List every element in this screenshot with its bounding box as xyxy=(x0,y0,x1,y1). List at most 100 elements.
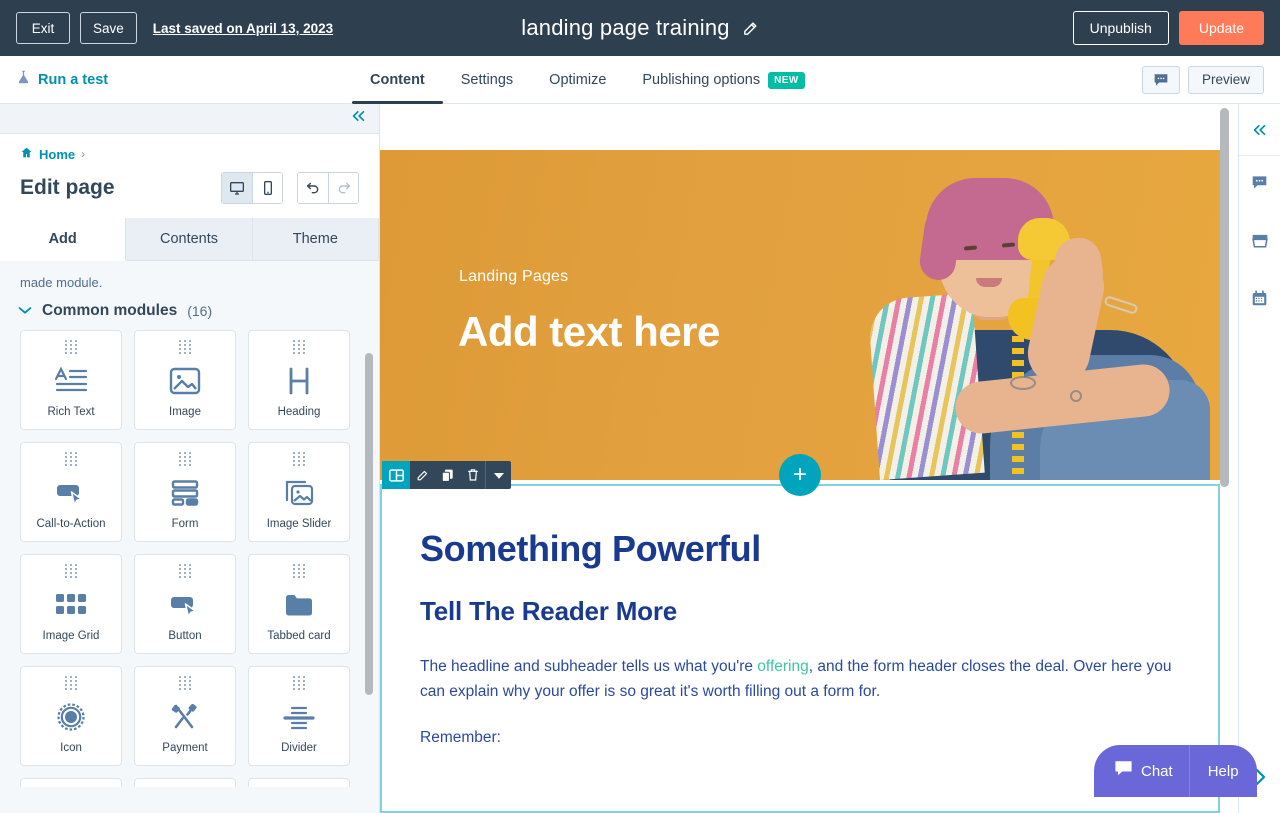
desktop-icon[interactable] xyxy=(222,173,252,203)
tab-content-label: Content xyxy=(370,72,425,88)
module-card-image-slider[interactable]: Image Slider xyxy=(248,442,350,542)
tab-add-label: Add xyxy=(48,231,77,247)
unpublish-button[interactable]: Unpublish xyxy=(1072,11,1169,45)
module-card-image-grid[interactable]: Image Grid xyxy=(20,554,122,654)
content-paragraph[interactable]: The headline and subheader tells us what… xyxy=(420,655,1172,705)
module-label: Divider xyxy=(281,742,317,754)
page-canvas[interactable]: Landing Pages Add text here + Something … xyxy=(380,104,1238,813)
module-card-form[interactable]: Form xyxy=(134,442,236,542)
chat-button[interactable]: Chat xyxy=(1094,745,1189,797)
canvas-scrollbar-thumb[interactable] xyxy=(1220,108,1229,487)
redo-icon[interactable] xyxy=(328,173,358,203)
module-card-image[interactable]: Image xyxy=(134,330,236,430)
drag-grip-icon[interactable] xyxy=(178,452,192,466)
module-card-divider[interactable]: Divider xyxy=(248,666,350,766)
tab-settings[interactable]: Settings xyxy=(443,56,531,104)
save-button[interactable]: Save xyxy=(80,12,137,44)
tab-settings-label: Settings xyxy=(460,72,514,88)
top-bar: Exit Save Last saved on April 13, 2023 l… xyxy=(0,0,1280,56)
drag-grip-icon[interactable] xyxy=(178,676,192,690)
mobile-icon[interactable] xyxy=(252,173,282,203)
form-icon xyxy=(170,472,200,514)
module-card-partial[interactable] xyxy=(20,778,122,787)
chevron-down-icon xyxy=(18,302,32,320)
add-section-button[interactable]: + xyxy=(779,454,821,496)
drag-grip-icon[interactable] xyxy=(64,452,78,466)
module-card-rich-text[interactable]: Rich Text xyxy=(20,330,122,430)
trash-icon[interactable] xyxy=(460,461,485,489)
left-panel-scrollbar[interactable] xyxy=(365,261,373,787)
left-panel-scrollbar-thumb[interactable] xyxy=(365,353,373,695)
remember-label: Remember: xyxy=(420,728,501,746)
exit-button[interactable]: Exit xyxy=(16,12,70,44)
hero-image xyxy=(860,150,1220,480)
rich-text-icon xyxy=(54,360,88,402)
chat-bubble-icon xyxy=(1114,760,1133,782)
rail-item-notes[interactable] xyxy=(1239,214,1280,272)
calendar-icon xyxy=(1251,290,1268,312)
preview-button[interactable]: Preview xyxy=(1187,65,1264,94)
rail-item-schedule[interactable] xyxy=(1239,272,1280,330)
caret-down-icon[interactable] xyxy=(486,461,511,489)
module-card-partial[interactable] xyxy=(134,778,236,787)
chat-label: Chat xyxy=(1141,762,1173,780)
update-button[interactable]: Update xyxy=(1178,11,1264,45)
canvas-scrollbar[interactable] xyxy=(1220,104,1229,813)
hero-section[interactable]: Landing Pages Add text here xyxy=(380,150,1220,480)
device-toggle xyxy=(221,172,283,204)
module-card-icon[interactable]: Icon xyxy=(20,666,122,766)
tab-content[interactable]: Content xyxy=(352,56,443,104)
undo-icon[interactable] xyxy=(298,173,328,203)
module-card-heading[interactable]: Heading xyxy=(248,330,350,430)
drag-grip-icon[interactable] xyxy=(292,676,306,690)
module-list-scroll-area[interactable]: made module. Common modules (16) Rich Te… xyxy=(0,261,379,787)
nav-bar: Run a test Content Settings Optimize Pub… xyxy=(0,56,1280,104)
image-icon xyxy=(169,360,201,402)
chevron-double-left-icon[interactable] xyxy=(1239,104,1280,156)
tab-theme[interactable]: Theme xyxy=(253,218,379,260)
drag-grip-icon[interactable] xyxy=(292,564,306,578)
pencil-icon[interactable] xyxy=(742,20,759,37)
copy-icon[interactable] xyxy=(435,461,460,489)
breadcrumb-home[interactable]: Home xyxy=(39,147,75,162)
tab-add[interactable]: Add xyxy=(0,218,127,261)
tab-contents[interactable]: Contents xyxy=(126,218,253,260)
layout-icon[interactable] xyxy=(382,461,410,489)
module-card-tabbed-card[interactable]: Tabbed card xyxy=(248,554,350,654)
tab-theme-label: Theme xyxy=(292,231,338,247)
top-bar-actions: Unpublish Update xyxy=(1072,11,1264,45)
module-grid: Rich Text Image Heading Call-to-Action F… xyxy=(0,330,379,787)
drag-grip-icon[interactable] xyxy=(292,340,306,354)
drag-grip-icon[interactable] xyxy=(292,452,306,466)
tab-optimize[interactable]: Optimize xyxy=(531,56,624,104)
tab-publishing-options[interactable]: Publishing options NEW xyxy=(624,56,822,104)
content-block[interactable]: Something Powerful Tell The Reader More … xyxy=(420,528,1180,747)
flask-icon xyxy=(16,69,31,90)
drag-grip-icon[interactable] xyxy=(178,564,192,578)
module-label: Image Grid xyxy=(42,630,100,642)
module-card-call-to-action[interactable]: Call-to-Action xyxy=(20,442,122,542)
run-a-test-button[interactable]: Run a test xyxy=(16,69,108,90)
drag-grip-icon[interactable] xyxy=(178,340,192,354)
content-heading-1[interactable]: Something Powerful xyxy=(420,528,1180,570)
left-panel-title-row: Edit page xyxy=(20,172,359,204)
rail-item-comments[interactable] xyxy=(1239,156,1280,214)
module-card-button[interactable]: Button xyxy=(134,554,236,654)
content-heading-2[interactable]: Tell The Reader More xyxy=(420,596,1180,627)
hero-kicker: Landing Pages xyxy=(459,268,569,285)
common-modules-section-header[interactable]: Common modules (16) xyxy=(0,290,379,330)
module-label: Icon xyxy=(60,742,82,754)
module-card-payment[interactable]: Payment xyxy=(134,666,236,766)
comment-icon[interactable] xyxy=(1141,65,1180,94)
drag-grip-icon[interactable] xyxy=(64,676,78,690)
common-modules-title: Common modules xyxy=(42,302,178,319)
chevron-double-left-icon[interactable] xyxy=(350,109,367,128)
hero-headline[interactable]: Add text here xyxy=(458,308,720,356)
help-button[interactable]: Help xyxy=(1190,745,1257,797)
paragraph-link[interactable]: offering xyxy=(757,658,808,675)
pencil-icon[interactable] xyxy=(410,461,435,489)
drag-grip-icon[interactable] xyxy=(64,340,78,354)
module-card-partial[interactable] xyxy=(248,778,350,787)
last-saved-link[interactable]: Last saved on April 13, 2023 xyxy=(153,21,333,36)
drag-grip-icon[interactable] xyxy=(64,564,78,578)
